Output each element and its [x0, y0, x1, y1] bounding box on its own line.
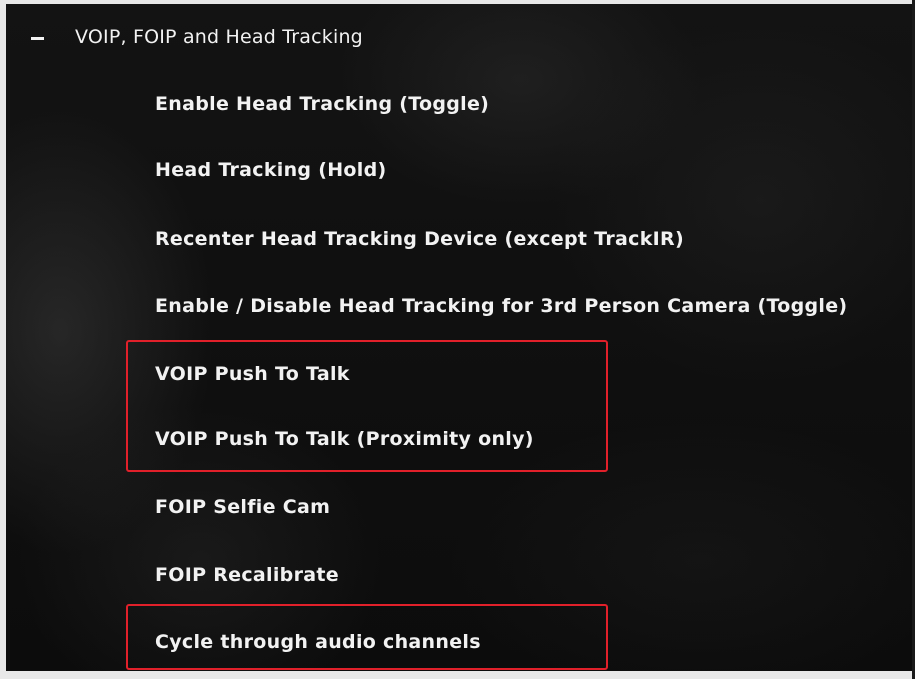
red-highlight-box-voip [126, 340, 608, 472]
minus-icon[interactable] [31, 37, 44, 40]
screenshot-border-bottom [0, 671, 915, 679]
keybind-foip-recalibrate[interactable]: FOIP Recalibrate [155, 563, 339, 587]
keybind-enable-head-tracking-toggle[interactable]: Enable Head Tracking (Toggle) [155, 92, 489, 116]
section-header-voip-foip-head-tracking[interactable]: VOIP, FOIP and Head Tracking [0, 18, 915, 58]
screenshot-border-top [0, 0, 915, 4]
keybind-foip-selfie-cam[interactable]: FOIP Selfie Cam [155, 495, 330, 519]
screenshot-border-left [0, 0, 6, 679]
keybind-head-tracking-hold[interactable]: Head Tracking (Hold) [155, 158, 386, 182]
section-title: VOIP, FOIP and Head Tracking [75, 26, 363, 48]
keybind-recenter-head-tracking-device[interactable]: Recenter Head Tracking Device (except Tr… [155, 227, 684, 251]
keybind-head-tracking-3rd-person-toggle[interactable]: Enable / Disable Head Tracking for 3rd P… [155, 294, 847, 318]
red-highlight-box-audio-channels [126, 604, 608, 670]
